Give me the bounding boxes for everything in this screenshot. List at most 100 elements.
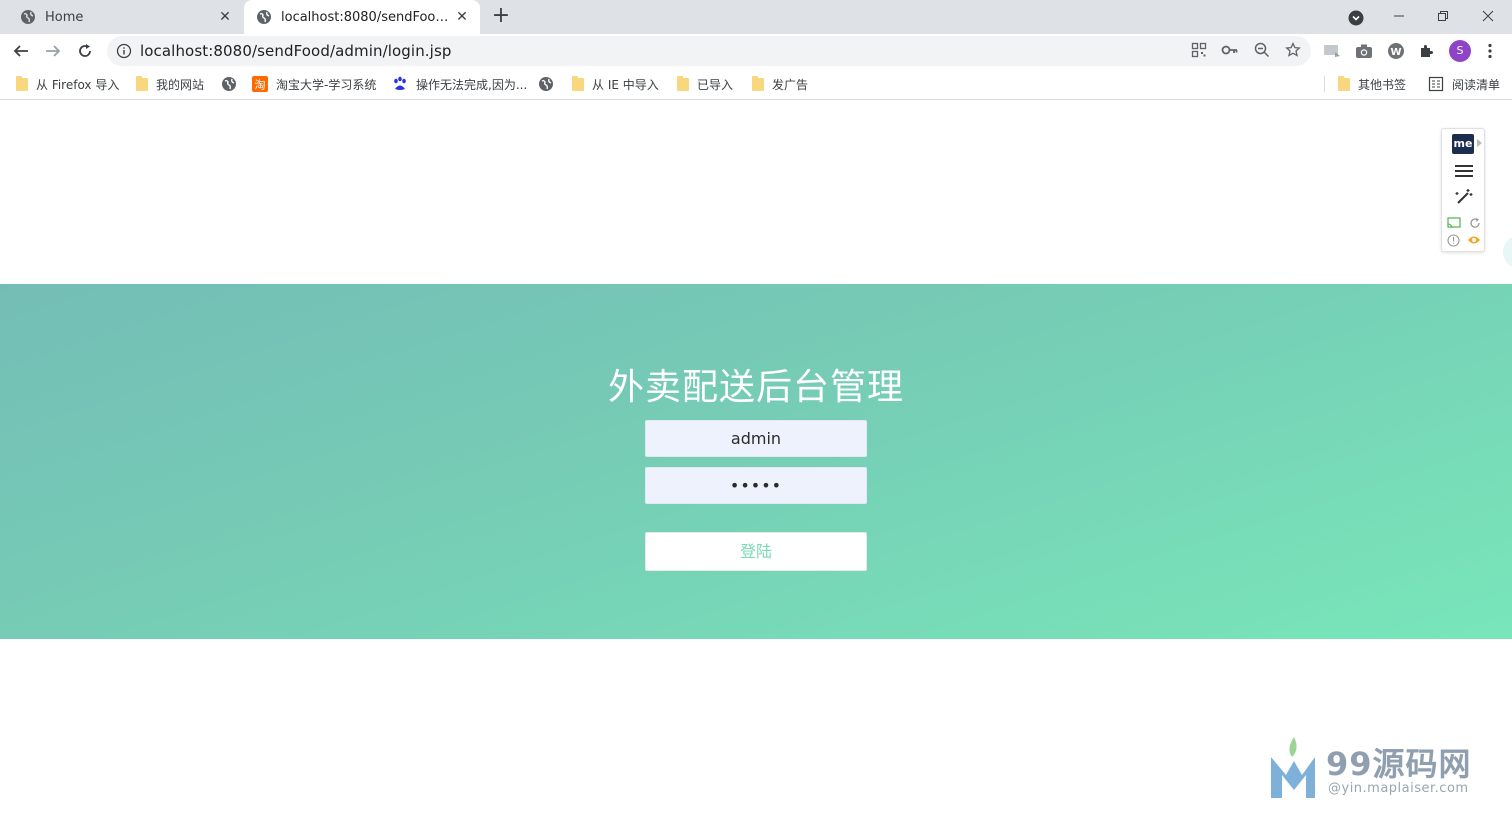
bookmark-label: 从 Firefox 导入 [36, 77, 120, 92]
watermark: 99源码网 @yin.maplaiser.com [1268, 735, 1498, 805]
qr-code-icon [1191, 42, 1207, 58]
key-icon [1221, 45, 1238, 55]
tab-title: Home [45, 9, 84, 25]
camera-icon [1356, 44, 1372, 58]
folder-icon [677, 75, 689, 91]
tab-search-button[interactable] [1345, 7, 1367, 29]
svg-text:淘: 淘 [255, 79, 266, 92]
w-extension-icon: W [1388, 43, 1404, 59]
close-icon [1482, 10, 1494, 22]
bookmark-label: 我的网站 [156, 77, 205, 92]
zoom-out-icon [1254, 42, 1270, 58]
extension-w-button[interactable]: W [1387, 42, 1405, 60]
extension-camera-button[interactable] [1355, 42, 1373, 60]
reading-list[interactable]: 阅读清单 [1428, 75, 1500, 93]
zoom-button[interactable] [1253, 41, 1271, 59]
minimize-button[interactable] [1377, 0, 1421, 32]
restore-icon [1438, 11, 1448, 21]
close-icon[interactable]: ✕ [454, 9, 470, 25]
me-logo[interactable]: me [1452, 134, 1474, 154]
back-button[interactable] [9, 39, 33, 63]
alert-circle-icon[interactable] [1447, 233, 1460, 247]
address-bar[interactable]: localhost:8080/sendFood/admin/login.jsp [107, 36, 1311, 66]
username-input[interactable] [645, 420, 867, 457]
other-bookmarks[interactable]: 其他书签 [1338, 75, 1406, 93]
browser-tab-strip: Home ✕ localhost:8080/sendFood/admin/log… [0, 0, 1512, 34]
menu-icon[interactable] [1455, 165, 1473, 177]
bookmark-item[interactable]: 操作无法完成,因为... [392, 75, 527, 93]
profile-avatar[interactable]: S [1449, 40, 1471, 62]
address-url: localhost:8080/sendFood/admin/login.jsp [140, 42, 451, 60]
watermark-sub: @yin.maplaiser.com [1328, 781, 1469, 796]
tab-home[interactable]: Home ✕ [0, 0, 243, 34]
bookmark-label: 发广告 [772, 77, 809, 92]
folder-icon [136, 75, 148, 91]
bookmarks-bar: 从 Firefox 导入 我的网站 淘 淘宝大学-学习系统 操作无法完成,因为.… [0, 68, 1512, 100]
url-path: :8080/sendFood/admin/login.jsp [208, 42, 452, 60]
globe-icon [539, 77, 553, 91]
extensions-button[interactable] [1418, 42, 1436, 60]
screen-icon [1324, 45, 1340, 57]
extension-row [1447, 233, 1481, 247]
password-input[interactable] [645, 467, 867, 504]
globe-icon [21, 10, 35, 24]
bookmark-item[interactable]: 淘 淘宝大学-学习系统 [252, 75, 376, 93]
star-icon [1285, 42, 1301, 57]
bookmark-item[interactable]: 发广告 [752, 75, 808, 93]
bookmark-item[interactable] [221, 75, 245, 93]
close-window-button[interactable] [1466, 0, 1510, 32]
bookmark-item[interactable]: 从 Firefox 导入 [16, 75, 119, 93]
bookmarks-separator [1324, 76, 1325, 92]
more-vertical-icon [1488, 43, 1492, 59]
taobao-icon: 淘 [252, 76, 268, 92]
reading-list-label: 阅读清单 [1452, 77, 1501, 92]
reload-icon [79, 44, 91, 57]
info-icon[interactable] [116, 43, 132, 59]
eye-icon[interactable] [1467, 235, 1481, 245]
browser-menu-button[interactable] [1481, 42, 1499, 60]
bookmark-item[interactable] [538, 75, 562, 93]
puzzle-icon [1421, 45, 1433, 57]
password-key-button[interactable] [1221, 41, 1239, 59]
forward-button[interactable] [41, 39, 65, 63]
refresh-icon[interactable] [1469, 217, 1481, 229]
svg-text:W: W [1390, 47, 1401, 58]
extension-floating-panel: me [1441, 128, 1485, 252]
folder-icon [1338, 75, 1350, 91]
restore-button[interactable] [1421, 0, 1465, 32]
m-logo-icon [1271, 737, 1315, 798]
minimize-icon [1394, 15, 1404, 17]
extension-cast-button[interactable] [1323, 42, 1341, 60]
folder-icon [572, 75, 584, 91]
bookmark-item[interactable]: 我的网站 [136, 75, 204, 93]
login-banner: 外卖配送后台管理 登陆 [0, 284, 1512, 639]
bookmark-label: 淘宝大学-学习系统 [276, 77, 377, 92]
login-button[interactable]: 登陆 [645, 532, 867, 571]
browser-toolbar: localhost:8080/sendFood/admin/login.jsp … [0, 34, 1512, 68]
close-icon[interactable]: ✕ [217, 9, 233, 25]
baidu-paw-icon [394, 76, 406, 90]
extension-row [1447, 216, 1481, 230]
cast-icon[interactable] [1447, 217, 1461, 229]
bookmark-item[interactable]: 从 IE 中导入 [572, 75, 659, 93]
chevron-down-circle-icon [1348, 10, 1364, 26]
arrow-right-icon [46, 45, 61, 57]
expand-arrow-icon[interactable] [1477, 139, 1482, 147]
qr-code-button[interactable] [1190, 41, 1208, 59]
new-tab-button[interactable]: + [489, 5, 513, 28]
reload-button[interactable] [73, 39, 97, 63]
side-bubble[interactable] [1503, 236, 1512, 268]
tab-title: localhost:8080/sendFood/admin/login.jsp [281, 9, 454, 25]
page-title: 外卖配送后台管理 [607, 367, 904, 408]
bookmark-label: 已导入 [697, 77, 734, 92]
magic-wand-icon[interactable] [1454, 187, 1474, 207]
reading-list-icon [1428, 76, 1444, 92]
watermark-brand: 99源码网 [1326, 745, 1472, 783]
folder-icon [16, 75, 28, 91]
bookmark-item[interactable]: 已导入 [677, 75, 733, 93]
bookmark-star-button[interactable] [1284, 41, 1302, 59]
url-host: localhost [140, 42, 209, 60]
arrow-left-icon [13, 45, 28, 57]
globe-icon [222, 77, 236, 91]
tab-login[interactable]: localhost:8080/sendFood/admin/login.jsp … [244, 0, 480, 34]
